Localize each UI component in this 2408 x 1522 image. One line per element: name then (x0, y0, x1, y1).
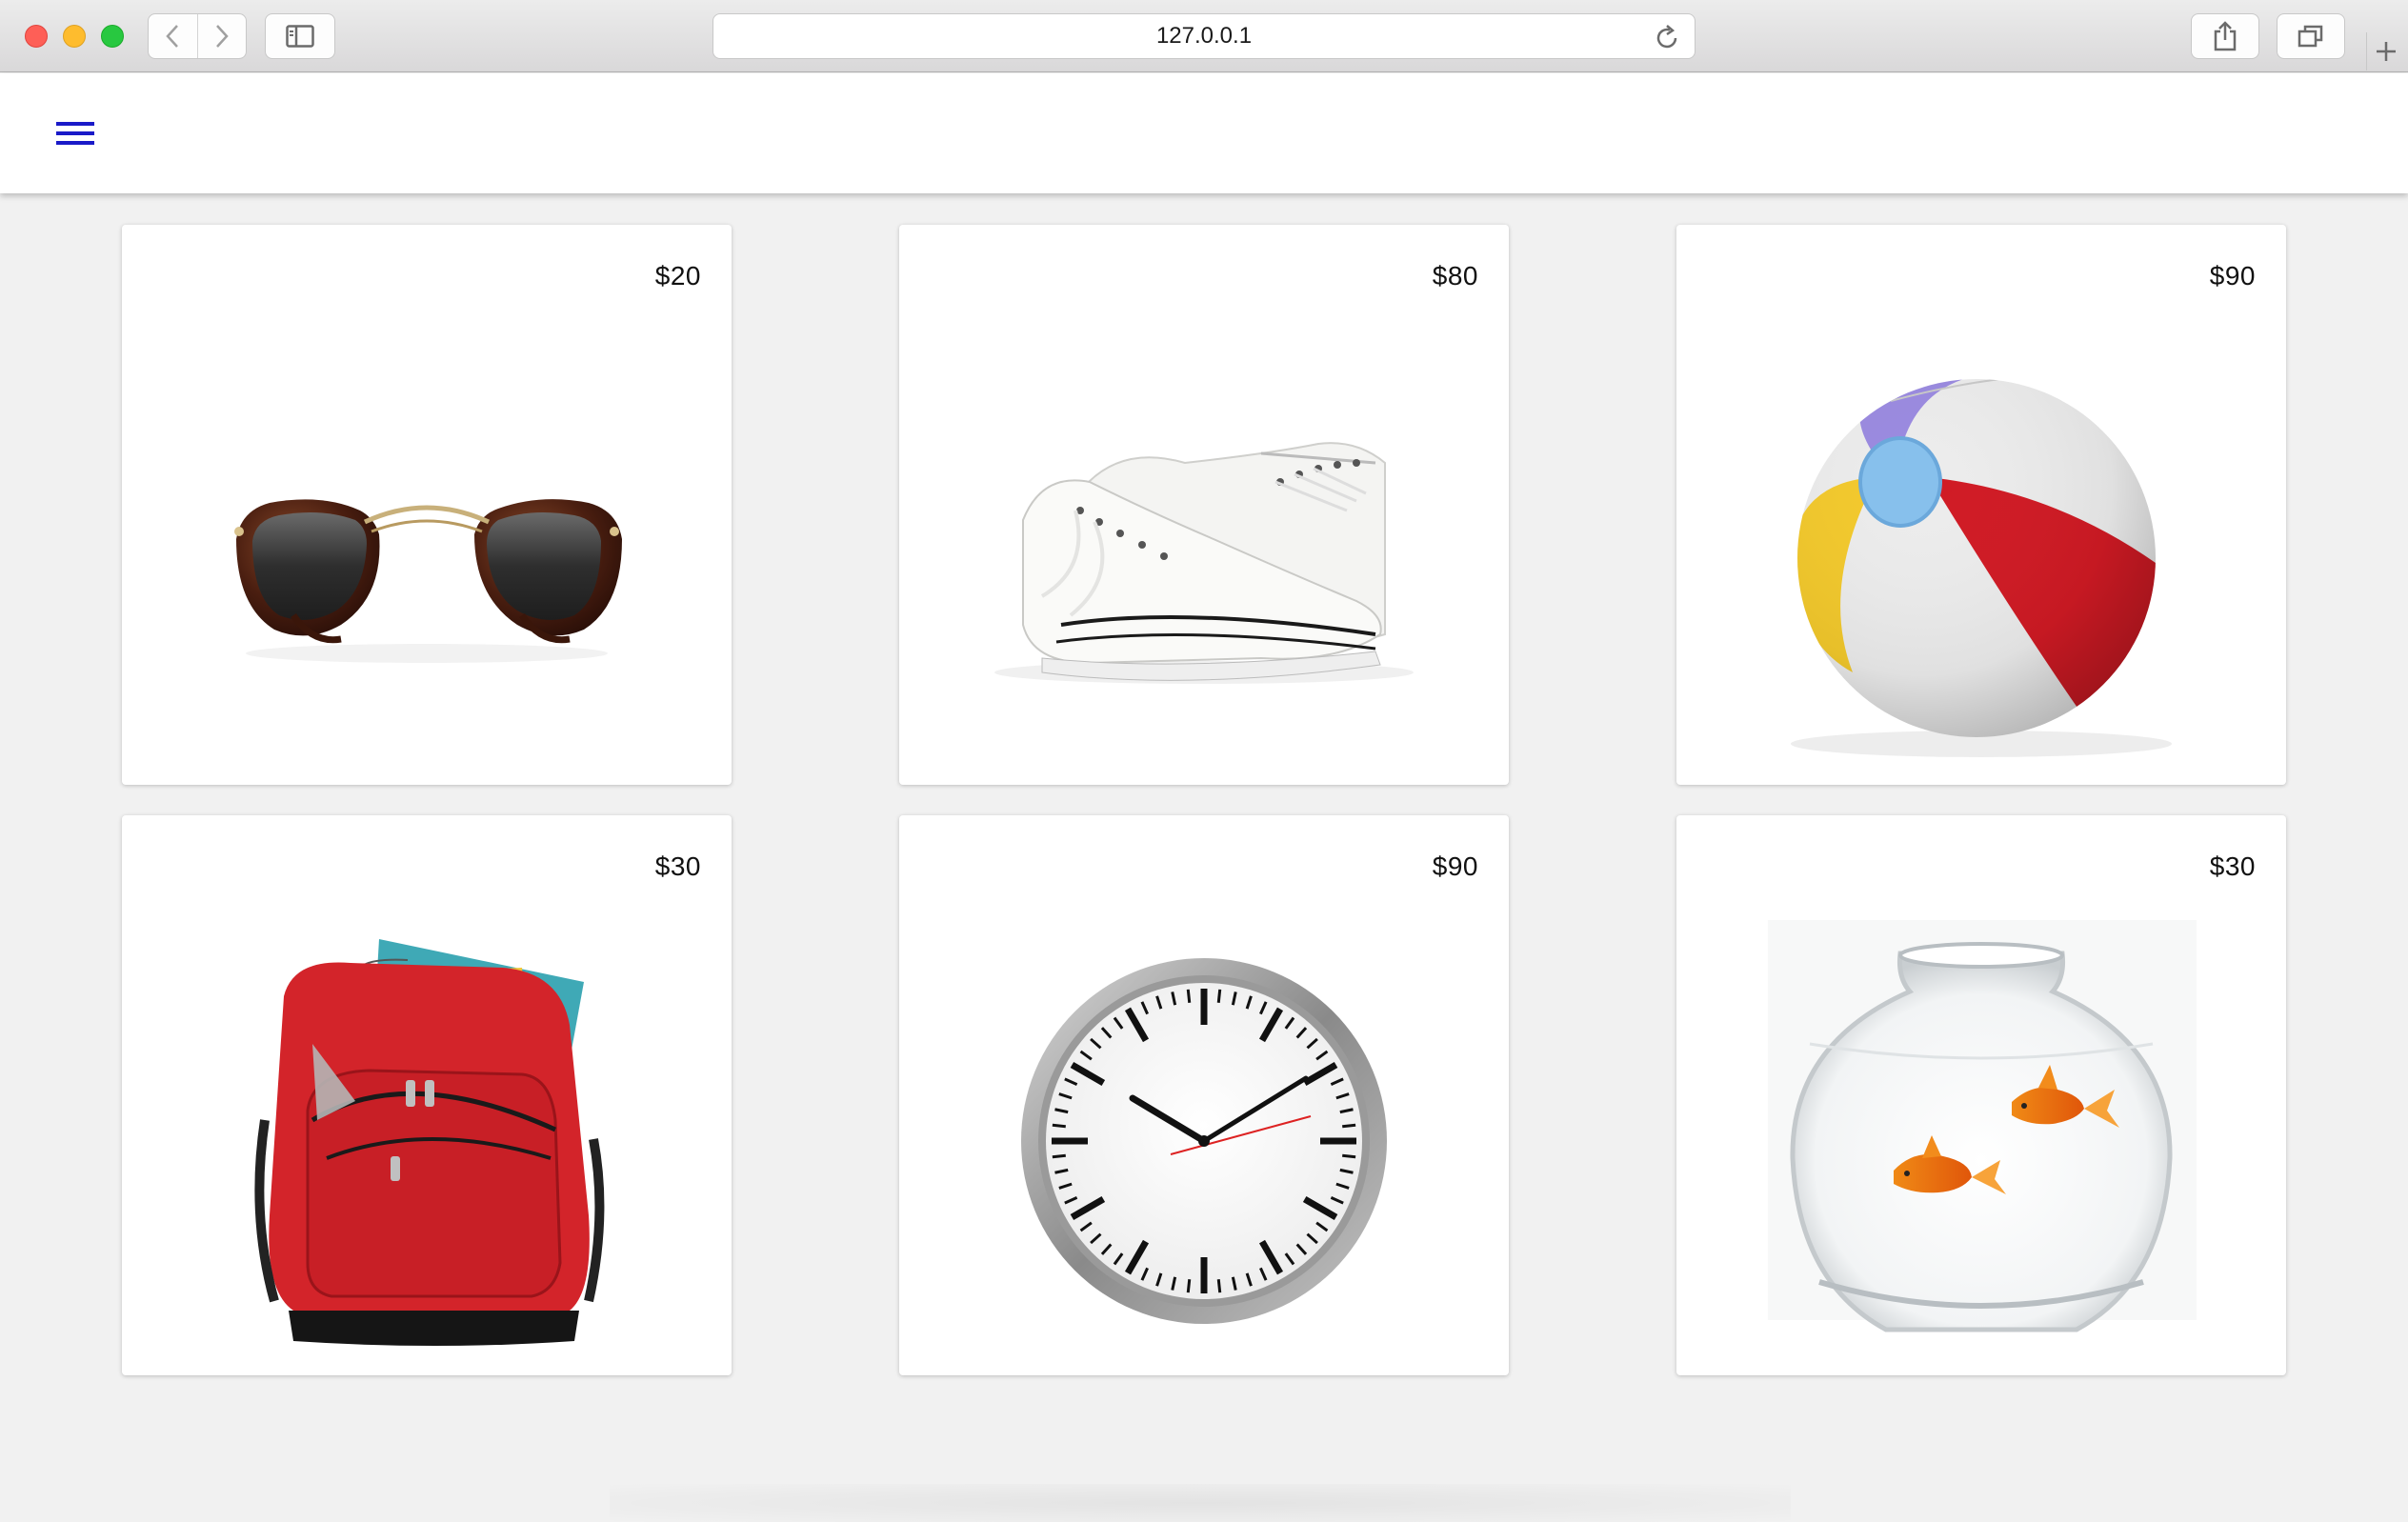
wall-clock-image (1021, 958, 1387, 1324)
product-card-wall-clock[interactable]: $90 (899, 815, 1509, 1375)
product-card-beach-ball[interactable]: $90 (1676, 225, 2286, 785)
sneakers-image (994, 442, 1414, 684)
clock-minute-tick (1342, 1153, 1356, 1159)
clock-minute-tick (1186, 1279, 1192, 1293)
clock-minute-tick (1052, 1123, 1066, 1129)
tab-overview-button[interactable] (2277, 13, 2345, 59)
clock-minute-tick (1216, 989, 1222, 1003)
backpack-image (254, 939, 605, 1346)
fishbowl-image (1768, 920, 2197, 1332)
browser-toolbar: 127.0.0.1 (0, 0, 2408, 72)
minimize-window-button[interactable] (63, 25, 86, 48)
clock-minute-tick (1342, 1123, 1356, 1129)
history-nav (148, 13, 247, 59)
plus-icon (2376, 42, 2396, 61)
clock-minute-tick (1186, 989, 1192, 1003)
menu-button[interactable] (44, 102, 107, 165)
share-icon (2214, 21, 2237, 51)
back-button[interactable] (149, 14, 197, 58)
app-bar (0, 73, 2408, 193)
close-window-button[interactable] (25, 25, 48, 48)
reload-icon[interactable] (1655, 24, 1679, 57)
hamburger-menu-icon (56, 122, 94, 145)
product-card-sunglasses[interactable]: $20 (122, 225, 732, 785)
clock-minute-tick (1216, 1279, 1222, 1293)
product-card-fishbowl[interactable]: $30 (1676, 815, 2286, 1375)
product-card-backpack[interactable]: $30 (122, 815, 732, 1375)
url-text: 127.0.0.1 (1155, 23, 1253, 49)
clock-minute-tick (1052, 1153, 1066, 1159)
tabs-icon (2298, 25, 2323, 48)
share-button[interactable] (2191, 13, 2259, 59)
sunglasses-image (234, 499, 622, 663)
sidebar-icon (286, 25, 314, 48)
page-footer-shadow (610, 1484, 1791, 1522)
beach-ball-image (1791, 379, 2172, 757)
new-tab-button[interactable] (2366, 32, 2404, 70)
chevron-left-icon (166, 25, 179, 48)
sidebar-toggle-button[interactable] (265, 13, 335, 59)
chevron-right-icon (215, 25, 229, 48)
forward-button[interactable] (196, 14, 247, 58)
zoom-window-button[interactable] (101, 25, 124, 48)
address-bar[interactable]: 127.0.0.1 (712, 13, 1696, 59)
product-card-sneakers[interactable]: $80 (899, 225, 1509, 785)
